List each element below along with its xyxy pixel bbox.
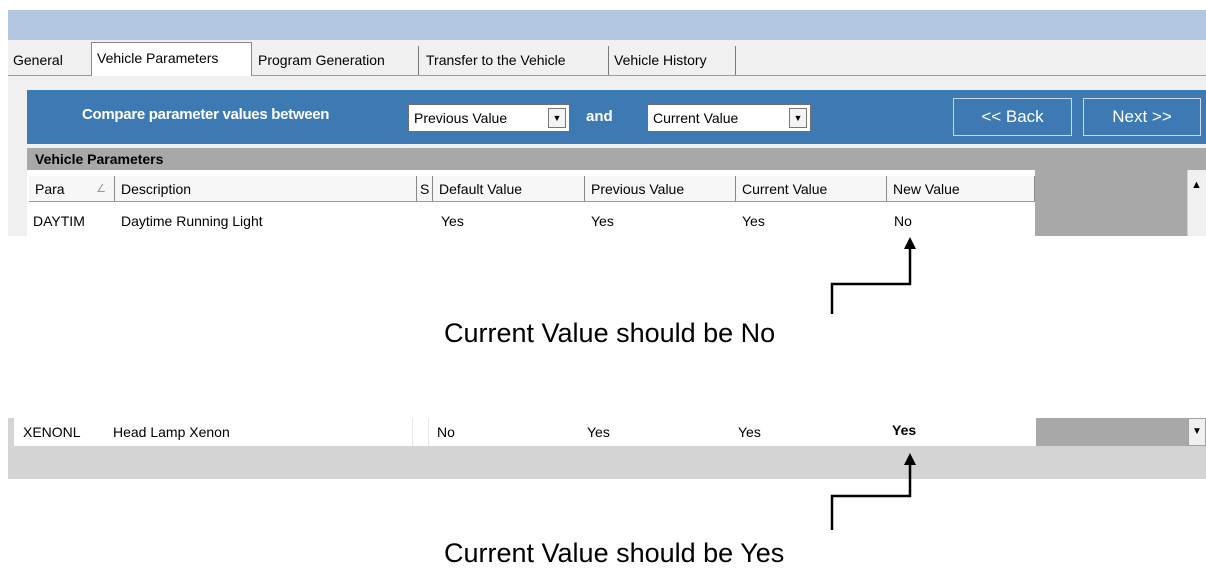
col-header-description[interactable]: Description <box>115 176 417 202</box>
table-cell-current: Yes <box>738 424 761 440</box>
table-cell-previous: Yes <box>587 424 610 440</box>
table-cell-description: Head Lamp Xenon <box>113 424 230 440</box>
sort-icon: ∠ <box>96 183 106 195</box>
col-header-current-value[interactable]: Current Value <box>736 176 887 202</box>
table-cell-previous: Yes <box>591 213 614 229</box>
col-header-new-value[interactable]: New Value <box>887 176 1035 202</box>
compare-right-select[interactable]: Current Value ▼ <box>647 104 811 132</box>
tab-transfer-to-vehicle[interactable]: Transfer to the Vehicle <box>421 46 609 75</box>
col-header-para[interactable]: Para ∠ <box>29 176 115 202</box>
compare-label: Compare parameter values between <box>82 106 330 123</box>
section-title: Vehicle Parameters <box>27 148 1206 170</box>
compare-left-select[interactable]: Previous Value ▼ <box>408 104 570 132</box>
column-divider <box>412 418 413 446</box>
tab-vehicle-parameters[interactable]: Vehicle Parameters <box>91 42 252 76</box>
title-bar <box>8 10 1206 40</box>
table-cell-default: No <box>437 424 455 440</box>
table-cell-default: Yes <box>441 213 464 229</box>
table-cell-current: Yes <box>742 213 765 229</box>
tab-strip: General Vehicle Parameters Program Gener… <box>8 40 1206 76</box>
dropdown-arrow-icon[interactable]: ▼ <box>789 108 807 128</box>
column-divider <box>428 418 429 446</box>
annotation-should-be-yes: Current Value should be Yes <box>444 538 785 568</box>
pointer-arrow-icon <box>830 237 916 314</box>
compare-right-value: Current Value <box>653 110 739 126</box>
tab-general[interactable]: General <box>8 46 92 75</box>
col-header-previous-value[interactable]: Previous Value <box>585 176 736 202</box>
and-label: and <box>586 108 613 125</box>
tab-vehicle-history[interactable]: Vehicle History <box>609 46 736 75</box>
col-header-default-value[interactable]: Default Value <box>433 176 585 202</box>
back-button[interactable]: << Back <box>953 98 1072 136</box>
grid-empty-area <box>1035 170 1187 236</box>
grid-empty-area <box>1036 418 1188 446</box>
compare-left-value: Previous Value <box>414 110 508 126</box>
table-cell-new[interactable]: No <box>894 209 912 233</box>
table-cell-description: Daytime Running Light <box>121 213 263 229</box>
annotation-should-be-no: Current Value should be No <box>444 318 776 348</box>
table-cell-para: XENONL <box>23 424 81 440</box>
table-cell-para: DAYTIM <box>33 213 85 229</box>
pointer-arrow-icon <box>830 453 916 530</box>
next-button[interactable]: Next >> <box>1083 98 1201 136</box>
tab-program-generation[interactable]: Program Generation <box>253 46 419 75</box>
col-header-para-label: Para <box>35 181 65 197</box>
table-cell-new[interactable]: Yes <box>892 418 916 442</box>
scroll-down-icon[interactable]: ▼ <box>1188 418 1206 446</box>
col-header-s[interactable]: S <box>417 176 433 202</box>
scroll-up-icon[interactable]: ▲ <box>1187 174 1206 196</box>
dropdown-arrow-icon[interactable]: ▼ <box>548 108 566 128</box>
